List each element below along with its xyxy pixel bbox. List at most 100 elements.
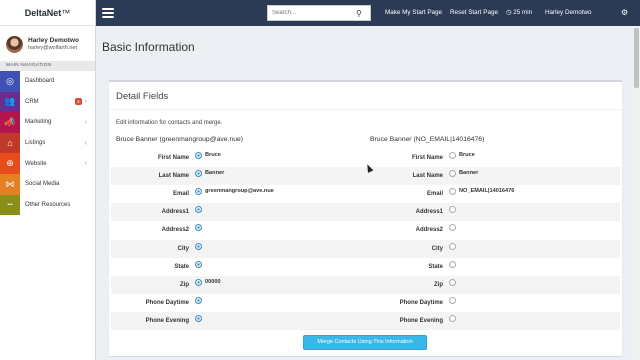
chevron-left-icon: ‹: [84, 118, 87, 126]
divider: [109, 109, 622, 110]
merge-field-row: Phone Evening Phone Evening: [111, 311, 620, 330]
field-label-b: State: [428, 263, 443, 270]
field-label-b: Address1: [415, 209, 443, 216]
merge-field-row: Phone Daytime Phone Daytime: [111, 294, 620, 312]
users-icon: 👥: [0, 91, 20, 113]
field-label-a: Phone Daytime: [145, 299, 189, 306]
page-title: Basic Information: [102, 40, 195, 54]
merge-field-row: Email greenmangroup@ave.nue Email NO_EMAIL|…: [111, 185, 620, 203]
sidebar-item-crm[interactable]: 👥 CRM 4 ‹: [0, 91, 95, 113]
address2-radio-a[interactable]: [195, 224, 202, 232]
home-icon: ⌂: [0, 132, 20, 154]
chevron-left-icon: ‹: [84, 139, 87, 147]
sidebar-item-label: Website: [25, 160, 47, 167]
phone-evening-radio-a[interactable]: [195, 314, 202, 322]
contact-a-heading: Bruce Banner (greenmangroup@ave.nue): [116, 136, 244, 143]
field-label-b: Phone Daytime: [399, 299, 443, 306]
city-radio-b[interactable]: [449, 242, 456, 250]
dashboard-icon: ◎: [0, 71, 20, 92]
address1-radio-a[interactable]: [195, 206, 202, 214]
timer-value: 25 min: [513, 9, 533, 16]
phone-daytime-radio-b[interactable]: [449, 296, 456, 304]
field-label-b: Zip: [434, 281, 443, 288]
sidebar-item-listings[interactable]: ⌂ Listings ‹: [0, 132, 95, 154]
merge-field-row: State State: [111, 258, 620, 276]
field-value-a: greenmangroup@ave.nue: [205, 188, 274, 195]
brand-logo[interactable]: DeltaNet ™: [0, 0, 95, 26]
phone-evening-radio-b[interactable]: [449, 314, 456, 322]
sidebar: DeltaNet ™ Harley Demotwo harley@wolfarth…: [0, 0, 96, 360]
field-value-a: 00000: [205, 278, 221, 285]
email-radio-a[interactable]: [195, 188, 202, 196]
search-icon[interactable]: ⚲: [356, 9, 362, 18]
field-label-a: Address2: [161, 227, 189, 234]
field-label-a: City: [177, 245, 189, 252]
notification-badge: 4: [75, 98, 82, 106]
field-value-b: NO_EMAIL|14016476: [459, 188, 515, 195]
user-name: Harley Demotwo: [28, 37, 79, 44]
sidebar-item-label: Social Media: [25, 181, 60, 188]
phone-daytime-radio-a[interactable]: [195, 296, 202, 304]
zip-radio-a[interactable]: [195, 278, 202, 286]
sidebar-item-social-media[interactable]: ⋈ Social Media: [0, 173, 95, 195]
gear-icon[interactable]: ⚙: [621, 0, 628, 26]
address1-radio-b[interactable]: [449, 206, 456, 214]
state-radio-b[interactable]: [449, 260, 456, 268]
merge-contacts-button[interactable]: Merge Contacts Using This Information: [303, 335, 427, 350]
field-label-b: First Name: [411, 155, 443, 161]
field-label-a: Zip: [180, 281, 189, 288]
field-value-b: Bruce: [459, 152, 475, 158]
avatar: [6, 35, 23, 53]
first-name-radio-a[interactable]: [195, 152, 202, 159]
email-radio-b[interactable]: [449, 188, 456, 196]
field-label-a: Email: [172, 191, 189, 198]
first-name-radio-b[interactable]: [449, 152, 456, 159]
field-value-a: Banner: [205, 170, 225, 177]
nav-list: ◎ Dashboard 👥 CRM 4 ‹ 📣 Marketing ‹ ⌂ Listings ‹ ⊕ We…: [0, 71, 95, 216]
field-label-a: State: [174, 263, 189, 270]
chevron-left-icon: ‹: [84, 160, 87, 168]
field-label-b: Address2: [415, 227, 443, 234]
merge-field-row: Last Name Banner Last Name Banner: [111, 167, 620, 186]
sidebar-item-label: Dashboard: [25, 78, 55, 85]
user-panel: Harley Demotwo harley@wolfarth.net: [0, 29, 95, 59]
sidebar-item-dashboard[interactable]: ◎ Dashboard: [0, 71, 95, 92]
merge-field-row: Address1 Address1: [111, 203, 620, 222]
last-name-radio-a[interactable]: [195, 170, 202, 178]
last-name-radio-b[interactable]: [449, 170, 456, 178]
field-label-a: First Name: [157, 155, 189, 161]
field-value-a: Bruce: [205, 152, 221, 158]
city-radio-a[interactable]: [195, 242, 202, 250]
brand-mark: ™: [61, 7, 71, 18]
sidebar-item-website[interactable]: ⊕ Website ‹: [0, 153, 95, 174]
panel-description: Edit information for contacts and merge.: [116, 120, 223, 126]
reset-start-page-link[interactable]: Reset Start Page: [450, 0, 498, 26]
sidebar-item-label: Listings: [25, 140, 46, 147]
brand-name: DeltaNet: [24, 7, 62, 18]
scrollbar[interactable]: [633, 26, 640, 360]
globe-icon: ⊕: [0, 153, 20, 174]
nav-header: MAIN NAVIGATION: [0, 61, 95, 71]
make-start-page-link[interactable]: Make My Start Page: [385, 0, 442, 26]
address2-radio-b[interactable]: [449, 224, 456, 232]
field-label-b: City: [431, 245, 443, 252]
sidebar-item-marketing[interactable]: 📣 Marketing ‹: [0, 112, 95, 133]
sidebar-item-other-resources[interactable]: ••• Other Resources: [0, 194, 95, 216]
timer[interactable]: ◷ 25 min: [506, 0, 532, 26]
search-box: ⚲: [267, 5, 371, 21]
merge-field-row: Zip 00000 Zip: [111, 275, 620, 294]
detail-fields-panel: Detail Fields Edit information for conta…: [109, 80, 622, 356]
field-label-b: Phone Evening: [399, 317, 443, 324]
state-radio-a[interactable]: [195, 260, 202, 268]
topbar-user[interactable]: Harley Demotwo: [545, 0, 592, 26]
hamburger-menu-icon[interactable]: [102, 8, 114, 18]
search-input[interactable]: [268, 10, 354, 16]
field-label-a: Last Name: [158, 173, 189, 180]
scrollbar-thumb[interactable]: [634, 28, 639, 88]
field-label-b: Email: [426, 191, 443, 198]
field-label-a: Phone Evening: [145, 317, 189, 324]
zip-radio-b[interactable]: [449, 278, 456, 286]
share-icon: ⋈: [0, 173, 20, 195]
panel-title: Detail Fields: [116, 91, 169, 102]
megaphone-icon: 📣: [0, 112, 20, 133]
